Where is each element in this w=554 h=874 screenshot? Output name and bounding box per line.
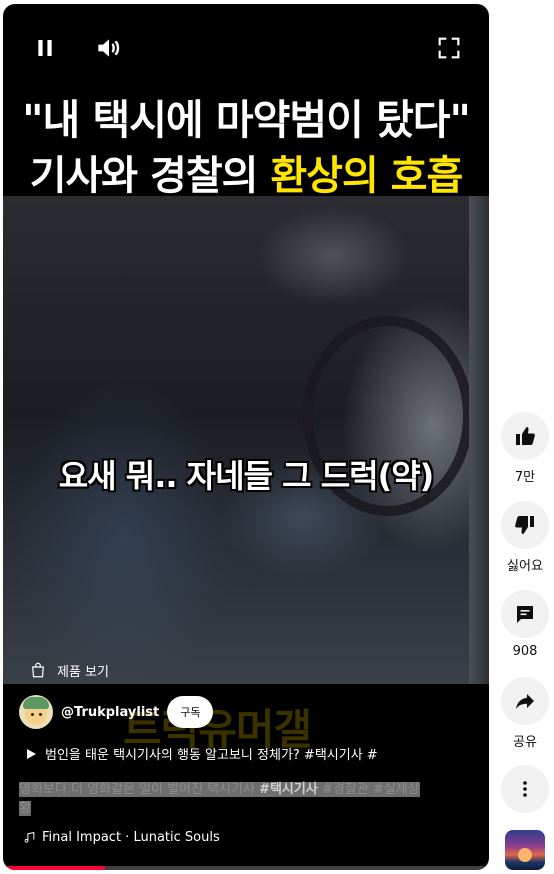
pause-icon — [38, 40, 52, 56]
description-tag-bold[interactable]: #택시기사 — [259, 782, 318, 797]
share-label: 공유 — [513, 735, 537, 750]
description-tags: #경찰관 #실제상 — [317, 782, 420, 797]
video-frame — [3, 196, 489, 684]
product-view-button[interactable]: 제품 보기 — [29, 656, 109, 684]
fullscreen-button[interactable] — [433, 32, 465, 64]
dislike-button[interactable] — [501, 501, 549, 549]
headline-line1: "내 택시에 마약범이 탔다" — [22, 96, 471, 144]
thumbs-down-icon — [515, 516, 534, 534]
dislike-action: 싫어요 — [500, 501, 550, 574]
progress-bar[interactable] — [3, 866, 489, 870]
music-note-icon — [24, 832, 35, 843]
channel-avatar[interactable] — [19, 695, 53, 729]
dislike-label: 싫어요 — [507, 559, 543, 574]
video-subtitle: 요새 뭐.. 자네들 그 드럭(약) — [58, 457, 435, 495]
like-count: 7만 — [514, 470, 536, 485]
fullscreen-icon — [438, 37, 460, 59]
car-pillar-shape — [469, 196, 489, 684]
progress-fill — [3, 866, 106, 870]
music-row[interactable]: Final Impact · Lunatic Souls — [23, 830, 220, 845]
channel-handle[interactable]: @Trukplaylist — [61, 705, 159, 720]
description-line2: 황 — [19, 801, 31, 816]
sound-thumbnail[interactable] — [505, 830, 545, 870]
more-vertical-icon — [523, 781, 527, 797]
channel-row: @Trukplaylist 구독 — [19, 694, 214, 730]
play-triangle-icon — [27, 748, 36, 759]
volume-button[interactable] — [93, 32, 125, 64]
share-action: 공유 — [500, 677, 550, 750]
comment-action: 908 — [500, 590, 550, 659]
music-track: Final Impact · Lunatic Souls — [42, 830, 220, 845]
more-options-button[interactable] — [501, 765, 549, 813]
video-headline: "내 택시에 마약범이 탔다" 기사와 경찰의 환상의 호흡 — [3, 92, 489, 204]
headline-line2-highlight: 환상의 호흡 — [270, 153, 463, 199]
comment-count: 908 — [512, 644, 538, 659]
product-view-label: 제품 보기 — [57, 664, 109, 680]
like-button[interactable] — [501, 412, 549, 460]
more-action — [500, 765, 550, 813]
headline-line2-plain: 기사와 경찰의 — [29, 153, 271, 199]
video-title-row[interactable]: 범인을 태운 택시기사의 행동 알고보니 정체가? #택시기사 # — [25, 744, 378, 763]
sunset-image-shape — [518, 848, 532, 862]
video-description[interactable]: 영화보다 더 영화같은 일이 벌어진 택시기사 #택시기사 #경찰관 #실제상황 — [19, 780, 466, 818]
comment-icon — [517, 606, 533, 623]
like-action: 7만 — [500, 412, 550, 485]
volume-icon — [98, 39, 120, 57]
comment-button[interactable] — [501, 590, 549, 638]
thumbs-up-icon — [516, 427, 535, 445]
shorts-player[interactable]: "내 택시에 마약범이 탔다" 기사와 경찰의 환상의 호흡 요새 뭐.. 자네… — [3, 4, 489, 870]
pause-button[interactable] — [29, 32, 61, 64]
video-title: 범인을 태운 택시기사의 행동 알고보니 정체가? #택시기사 # — [45, 748, 378, 763]
share-button[interactable] — [501, 677, 549, 725]
shopping-bag-icon — [32, 662, 44, 678]
share-arrow-icon — [516, 694, 534, 709]
subscribe-button[interactable]: 구독 — [167, 696, 214, 728]
description-text: 영화보다 더 영화같은 일이 벌어진 택시기사 — [19, 782, 260, 797]
